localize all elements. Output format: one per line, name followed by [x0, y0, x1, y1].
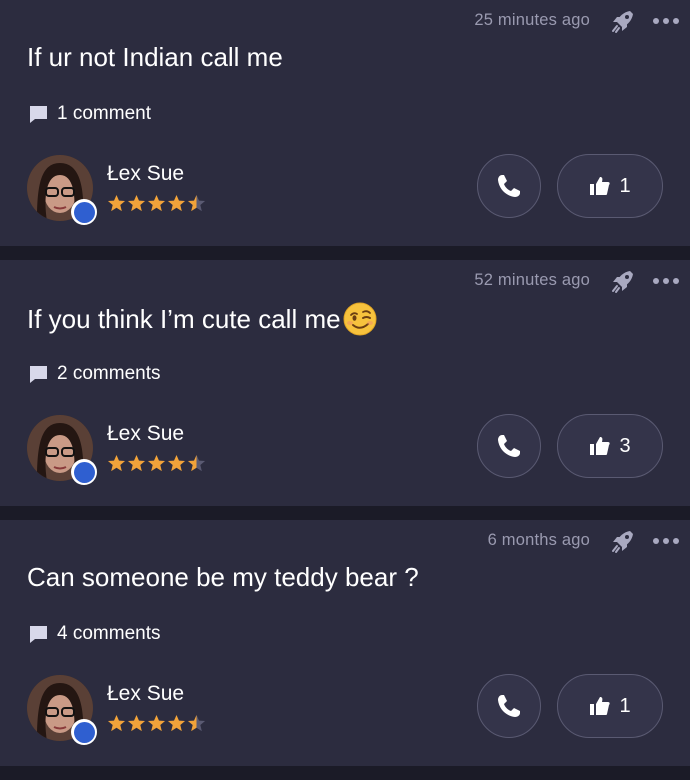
like-button[interactable]: 3 [557, 414, 663, 478]
post-time: 52 minutes ago [474, 271, 590, 289]
post-time: 6 months ago [487, 531, 590, 549]
like-count: 1 [619, 694, 631, 717]
wink-emoji-icon [343, 302, 377, 336]
verified-badge-icon [71, 199, 97, 225]
author-rating [107, 454, 206, 473]
post-text-content: If ur not Indian call me [27, 42, 283, 72]
star-full-icon [167, 454, 186, 472]
star-full-icon [147, 454, 166, 472]
comments-link[interactable]: 4 comments [28, 623, 160, 645]
comment-bubble-icon [30, 365, 47, 383]
comments-link[interactable]: 1 comment [28, 103, 151, 125]
comments-count: 4 comments [57, 623, 161, 644]
rocket-icon[interactable] [608, 6, 638, 36]
star-half-icon [187, 454, 206, 472]
author-avatar[interactable] [27, 155, 97, 225]
phone-icon [498, 175, 520, 197]
author-name[interactable]: Łex Sue [107, 162, 184, 186]
post-time: 25 minutes ago [474, 11, 590, 29]
star-full-icon [127, 454, 146, 472]
star-full-icon [107, 194, 126, 212]
comments-count: 1 comment [57, 103, 151, 124]
post-card[interactable]: 25 minutes ago If ur not Indian call me … [0, 0, 690, 246]
call-button[interactable] [477, 414, 541, 478]
more-dots-icon[interactable] [653, 278, 679, 284]
author-avatar[interactable] [27, 415, 97, 485]
star-full-icon [147, 714, 166, 732]
thumbs-up-icon [590, 177, 611, 195]
like-count: 1 [619, 174, 631, 197]
star-full-icon [107, 454, 126, 472]
star-full-icon [167, 194, 186, 212]
call-button[interactable] [477, 674, 541, 738]
post-text-content: Can someone be my teddy bear ? [27, 562, 419, 592]
rocket-icon[interactable] [608, 266, 638, 296]
star-half-icon [187, 714, 206, 732]
like-button[interactable]: 1 [557, 674, 663, 738]
call-button[interactable] [477, 154, 541, 218]
thumbs-up-icon [590, 437, 611, 455]
verified-badge-icon [71, 719, 97, 745]
like-count: 3 [619, 434, 631, 457]
star-full-icon [167, 714, 186, 732]
post-card[interactable]: 52 minutes ago If you think I’m cute cal… [0, 260, 690, 506]
author-rating [107, 714, 206, 733]
author-avatar[interactable] [27, 675, 97, 745]
comment-bubble-icon [30, 625, 47, 643]
more-dots-icon[interactable] [653, 18, 679, 24]
phone-icon [498, 435, 520, 457]
author-name[interactable]: Łex Sue [107, 422, 184, 446]
comments-link[interactable]: 2 comments [28, 363, 160, 385]
post-text-content: If you think I’m cute call me [27, 303, 341, 334]
post-text: If you think I’m cute call me [27, 302, 377, 336]
rocket-icon[interactable] [608, 526, 638, 556]
comments-count: 2 comments [57, 363, 161, 384]
comment-bubble-icon [30, 105, 47, 123]
post-feed: 25 minutes ago If ur not Indian call me … [0, 0, 690, 780]
star-full-icon [127, 194, 146, 212]
star-full-icon [147, 194, 166, 212]
phone-icon [498, 695, 520, 717]
thumbs-up-icon [590, 697, 611, 715]
verified-badge-icon [71, 459, 97, 485]
more-dots-icon[interactable] [653, 538, 679, 544]
post-text: If ur not Indian call me [27, 42, 283, 73]
star-full-icon [107, 714, 126, 732]
author-name[interactable]: Łex Sue [107, 682, 184, 706]
star-full-icon [127, 714, 146, 732]
like-button[interactable]: 1 [557, 154, 663, 218]
author-rating [107, 194, 206, 213]
post-text: Can someone be my teddy bear ? [27, 562, 419, 593]
post-card[interactable]: 6 months ago Can someone be my teddy bea… [0, 520, 690, 766]
star-half-icon [187, 194, 206, 212]
